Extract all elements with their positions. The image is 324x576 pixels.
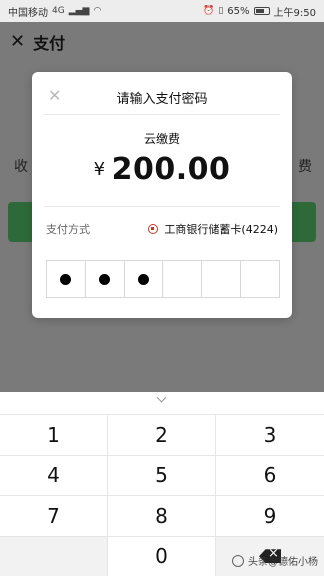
payment-method-row: 支付方式 工商银行储蓄卡(4224) [46, 220, 278, 238]
battery-icon [253, 7, 270, 15]
card-name: 工商银行储蓄卡(4224) [164, 223, 278, 236]
watermark: 头条@德佑小杨 [232, 553, 318, 568]
pin-cell [125, 261, 164, 297]
network-type: 4G [52, 6, 65, 16]
keypad-blank [0, 535, 108, 576]
status-bar: 中国移动 4G ▂▄▆ ◠ ⏰ ▯ 65% 上午9:50 [0, 0, 324, 22]
merchant-name: 云缴费 [143, 132, 180, 146]
chevron-down-icon[interactable] [155, 394, 169, 404]
divider [44, 206, 280, 207]
keypad-key-1[interactable]: 1 [0, 414, 108, 455]
clock: 上午9:50 [273, 7, 316, 19]
payment-method-label: 支付方式 [46, 223, 90, 236]
carrier-name: 中国移动 [8, 7, 48, 19]
watermark-text: 头条@德佑小杨 [248, 557, 318, 568]
divider [44, 114, 280, 115]
keypad-key-2[interactable]: 2 [108, 414, 216, 455]
page-title: 支付 [33, 34, 66, 53]
numeric-keypad: 123 456 7890 头条@德佑小杨 [0, 392, 324, 576]
keypad-key-4[interactable]: 4 [0, 454, 108, 495]
password-input[interactable] [46, 260, 280, 298]
payment-card-selector[interactable]: 工商银行储蓄卡(4224) [148, 221, 278, 237]
keypad-key-9[interactable]: 9 [216, 495, 324, 536]
vibrate-icon: ▯ [218, 6, 224, 16]
page-header: ✕ 支付 [0, 22, 324, 62]
keypad-key-5[interactable]: 5 [108, 454, 216, 495]
keypad-grid: 123 456 7890 [0, 414, 324, 576]
pin-cell [202, 261, 242, 297]
battery-percent: 65% [227, 5, 250, 17]
bank-icon [148, 224, 159, 234]
dialog-title: 请输入支付密码 [116, 92, 208, 107]
pin-cell [47, 261, 86, 297]
amount-value: 200.00 [111, 152, 231, 187]
pin-dot [99, 273, 111, 285]
keypad-key-0[interactable]: 0 [108, 535, 216, 576]
pin-cell [241, 261, 279, 297]
pin-dot [60, 273, 72, 285]
payment-password-dialog: ✕ 请输入支付密码 云缴费 ¥200.00 支付方式 工商银行储蓄卡(4224) [32, 72, 292, 318]
keypad-key-3[interactable]: 3 [216, 414, 324, 455]
pin-dot [138, 273, 150, 285]
currency-symbol: ¥ [93, 159, 106, 180]
underlay-left-label: 收 [14, 159, 28, 175]
keypad-key-6[interactable]: 6 [216, 454, 324, 495]
keypad-key-7[interactable]: 7 [0, 495, 108, 536]
keypad-key-8[interactable]: 8 [108, 495, 216, 536]
watermark-icon [232, 554, 244, 567]
underlay-right-label: 费 [298, 159, 312, 175]
alarm-icon: ⏰ [203, 6, 215, 16]
wifi-icon: ◠ [93, 6, 102, 16]
pin-cell [163, 261, 203, 297]
pin-cell [86, 261, 125, 297]
signal-icon: ▂▄▆ [68, 6, 90, 16]
close-icon[interactable]: ✕ [10, 33, 25, 51]
payment-amount: ¥200.00 [32, 152, 292, 187]
